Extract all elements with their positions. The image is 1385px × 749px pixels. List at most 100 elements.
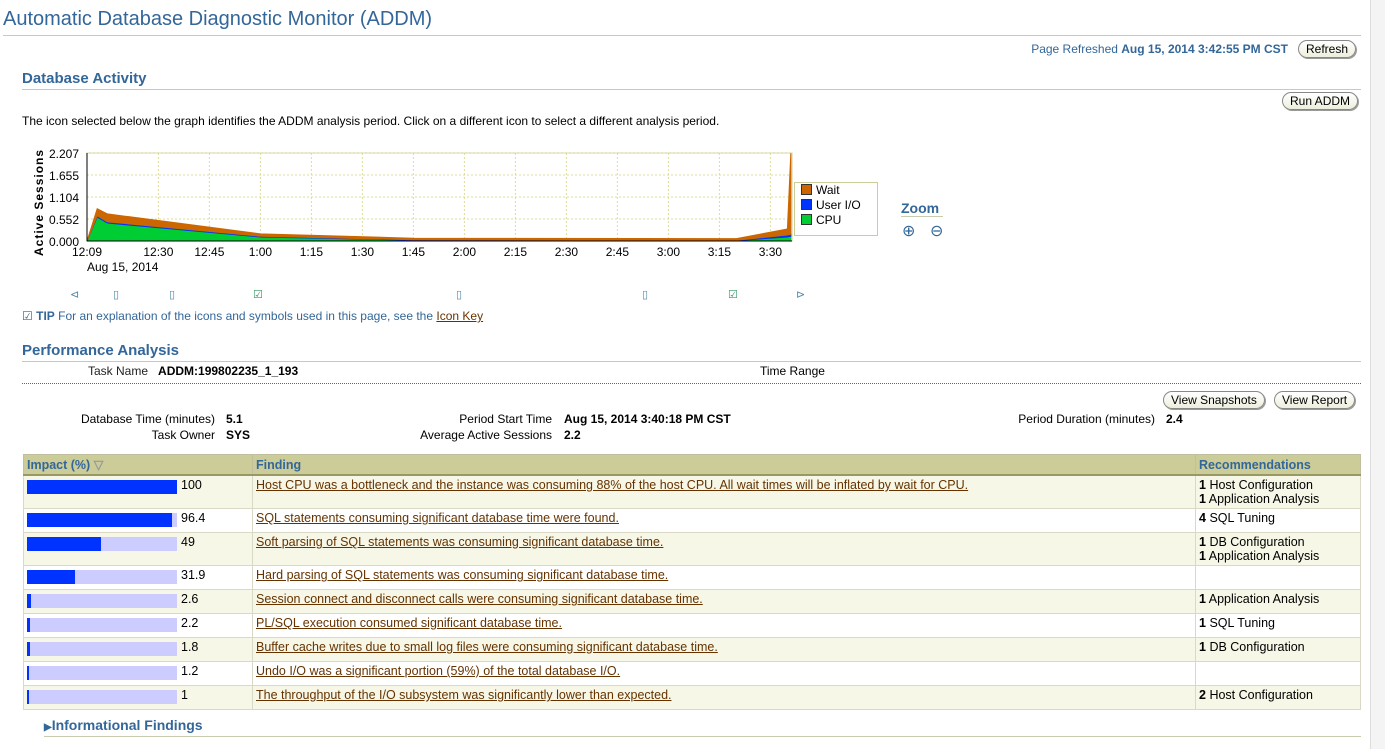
finding-row: 49 Soft parsing of SQL statements was co… [23, 532, 1361, 566]
aas: 2.2 [564, 428, 581, 442]
active-sessions-chart[interactable]: 0.0000.5521.1041.6552.20712:09 12:30 12:45… [0, 140, 800, 280]
previous-period-icon[interactable]: ⊲ [70, 288, 79, 301]
period-start: Aug 15, 2014 3:40:18 PM CST [564, 412, 731, 426]
x-tick-label: 1:30 [351, 245, 375, 259]
x-date-label: Aug 15, 2014 [87, 260, 159, 274]
refresh-button[interactable]: Refresh [1298, 40, 1357, 58]
impact-cell: 1 [23, 685, 253, 710]
view-report-button[interactable]: View Report [1274, 391, 1356, 409]
recommendation: 2 Host Configuration [1199, 688, 1313, 702]
impact-bar [27, 570, 177, 584]
finding-link[interactable]: Undo I/O was a significant portion (59%)… [256, 664, 620, 678]
finding-link[interactable]: Hard parsing of SQL statements was consu… [256, 568, 668, 582]
recommendations-cell [1195, 661, 1361, 686]
period-duration-label: Period Duration (minutes) [1018, 412, 1155, 426]
x-tick-label: 12:30 [143, 245, 173, 259]
x-tick-label: 3:15 [708, 245, 732, 259]
impact-bar [27, 513, 177, 527]
finding-row: 96.4 SQL statements consuming significan… [23, 508, 1361, 533]
x-tick-label: 12:45 [194, 245, 224, 259]
informational-findings-toggle[interactable]: ▶Informational Findings [44, 717, 203, 733]
impact-cell: 1.8 [23, 637, 253, 662]
task-owner: SYS [226, 428, 251, 442]
view-snapshots-button[interactable]: View Snapshots [1163, 391, 1265, 409]
addm-snapshot-icon[interactable]: ☑ [253, 288, 263, 301]
recommendation: 4 SQL Tuning [1199, 511, 1275, 525]
recommendation: 1 SQL Tuning [1199, 616, 1275, 630]
y-tick-label: 0.552 [49, 213, 79, 227]
chart-legend: Wait User I/O CPU [794, 182, 878, 236]
aas-label: Average Active Sessions [420, 428, 552, 442]
finding-link[interactable]: PL/SQL execution consumed significant da… [256, 616, 562, 630]
recommendation: 1 Application Analysis [1199, 492, 1320, 506]
legend-wait: Wait [795, 183, 877, 198]
impact-bar [27, 480, 177, 494]
addm-snapshot-icon[interactable]: ☑ [728, 288, 738, 301]
page-title: Automatic Database Diagnostic Monitor (A… [3, 8, 433, 30]
finding-cell: PL/SQL execution consumed significant da… [252, 613, 1196, 638]
period-duration: 2.4 [1166, 412, 1183, 426]
y-tick-label: 2.207 [49, 147, 79, 161]
finding-link[interactable]: Buffer cache writes due to small log fil… [256, 640, 718, 654]
task-owner-label: Task Owner [151, 428, 215, 442]
impact-bar [27, 537, 177, 551]
snapshot-icon[interactable]: ▯ [456, 288, 462, 301]
recommendation: 1 Host Configuration [1199, 478, 1313, 492]
zoom-label: Zoom [901, 200, 943, 217]
x-tick-label: 2:45 [606, 245, 630, 259]
run-addm-button[interactable]: Run ADDM [1282, 92, 1359, 110]
icon-key-link[interactable]: Icon Key [436, 309, 483, 323]
finding-cell: SQL statements consuming significant dat… [252, 508, 1196, 533]
x-tick-label: 12:09 [72, 245, 102, 259]
impact-cell: 100 [23, 474, 253, 509]
zoom-in-icon[interactable]: ⊕ [902, 221, 915, 241]
finding-row: 1 The throughput of the I/O subsystem wa… [23, 685, 1361, 710]
finding-row: 1.2 Undo I/O was a significant portion (… [23, 661, 1361, 686]
y-tick-label: 1.104 [49, 191, 79, 205]
recommendation: 1 DB Configuration [1199, 640, 1305, 654]
time-range-label: Time Range [760, 364, 825, 378]
x-tick-label: 3:30 [759, 245, 783, 259]
impact-bar [27, 594, 177, 608]
finding-cell: Undo I/O was a significant portion (59%)… [252, 661, 1196, 686]
page-refreshed: Page Refreshed Aug 15, 2014 3:42:55 PM C… [1031, 42, 1288, 56]
scrollbar[interactable] [1370, 0, 1385, 749]
finding-row: 31.9 Hard parsing of SQL statements was … [23, 565, 1361, 590]
finding-cell: Buffer cache writes due to small log fil… [252, 637, 1196, 662]
recommendations-cell: 1 DB Configuration 1 Application Analysis [1195, 532, 1361, 566]
finding-cell: The throughput of the I/O subsystem was … [252, 685, 1196, 710]
impact-header[interactable]: Impact (%) ▽ [23, 454, 253, 476]
impact-cell: 2.2 [23, 613, 253, 638]
db-time: 5.1 [226, 412, 243, 426]
finding-link[interactable]: SQL statements consuming significant dat… [256, 511, 619, 525]
recommendation: 1 DB Configuration [1199, 535, 1305, 549]
snapshot-icon[interactable]: ▯ [642, 288, 648, 301]
task-name: ADDM:199802235_1_193 [158, 364, 299, 378]
recommendations-header: Recommendations [1195, 454, 1361, 476]
finding-row: 1.8 Buffer cache writes due to small log… [23, 637, 1361, 662]
x-tick-label: 2:30 [555, 245, 579, 259]
y-axis-label: Active Sessions [32, 149, 46, 256]
finding-link[interactable]: Session connect and disconnect calls wer… [256, 592, 703, 606]
recommendations-cell: 2 Host Configuration [1195, 685, 1361, 710]
impact-bar [27, 642, 177, 656]
snapshot-icon[interactable]: ▯ [113, 288, 119, 301]
task-name-label: Task Name [88, 364, 149, 378]
expand-icon: ▶ [44, 722, 52, 733]
finding-link[interactable]: The throughput of the I/O subsystem was … [256, 688, 672, 702]
findings-table: Impact (%) ▽ Finding Recommendations 100… [23, 454, 1361, 710]
next-period-icon[interactable]: ⊳ [796, 288, 805, 301]
finding-link[interactable]: Soft parsing of SQL statements was consu… [256, 535, 663, 549]
finding-cell: Host CPU was a bottleneck and the instan… [252, 474, 1196, 509]
x-tick-label: 1:15 [300, 245, 324, 259]
finding-link[interactable]: Host CPU was a bottleneck and the instan… [256, 478, 968, 492]
snapshot-icon[interactable]: ▯ [169, 288, 175, 301]
zoom-out-icon[interactable]: ⊖ [930, 221, 943, 241]
y-tick-label: 1.655 [49, 169, 79, 183]
period-start-label: Period Start Time [459, 412, 552, 426]
finding-row: 100 Host CPU was a bottleneck and the in… [23, 474, 1361, 509]
activity-intro: The icon selected below the graph identi… [22, 114, 720, 128]
recommendations-cell: 1 Host Configuration 1 Application Analys… [1195, 474, 1361, 509]
impact-bar [27, 690, 177, 704]
tip-icon: ☑ [22, 309, 33, 323]
